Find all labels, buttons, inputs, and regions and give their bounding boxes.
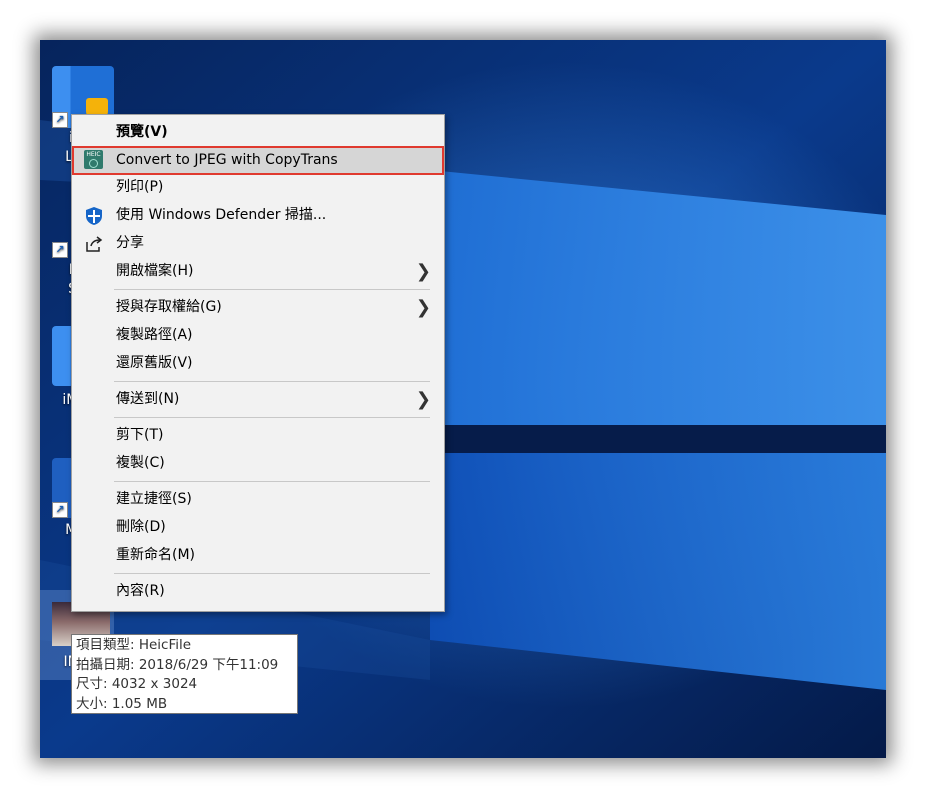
menu-item-label: 預覽(V): [116, 124, 168, 140]
menu-item-rename[interactable]: 重新命名(M): [73, 542, 443, 569]
menu-item-give-access[interactable]: 授與存取權給(G) ❯: [73, 294, 443, 321]
menu-item-label: 複製路徑(A): [116, 327, 193, 343]
file-info-tooltip: 項目類型: HeicFile 拍攝日期: 2018/6/29 下午11:09 尺…: [71, 634, 298, 714]
menu-item-label: 複製(C): [116, 455, 165, 471]
heic-icon-text: HEIC: [86, 151, 101, 158]
menu-item-label: Convert to JPEG with CopyTrans: [116, 152, 338, 168]
menu-item-print[interactable]: 列印(P): [73, 174, 443, 201]
menu-item-restore-previous-versions[interactable]: 還原舊版(V): [73, 350, 443, 377]
menu-item-label: 傳送到(N): [116, 391, 180, 407]
menu-item-properties[interactable]: 內容(R): [73, 578, 443, 605]
menu-item-label: 內容(R): [116, 583, 165, 599]
menu-separator: [114, 481, 430, 482]
menu-item-convert-to-jpeg[interactable]: HEIC Convert to JPEG with CopyTrans: [72, 146, 444, 175]
menu-item-share[interactable]: 分享: [73, 230, 443, 257]
menu-item-label: 使用 Windows Defender 掃描...: [116, 207, 327, 223]
chevron-right-icon: ❯: [415, 389, 431, 410]
menu-separator: [114, 289, 430, 290]
chevron-right-icon: ❯: [415, 261, 431, 282]
menu-item-label: 開啟檔案(H): [116, 263, 194, 279]
shortcut-arrow-icon: ↗: [52, 112, 68, 128]
menu-item-label: 剪下(T): [116, 427, 164, 443]
menu-item-copy-path[interactable]: 複製路徑(A): [73, 322, 443, 349]
menu-item-label: 列印(P): [116, 179, 164, 195]
menu-separator: [114, 417, 430, 418]
menu-separator: [114, 573, 430, 574]
share-icon: [84, 234, 104, 254]
context-menu: 預覽(V) HEIC Convert to JPEG with CopyTran…: [71, 114, 445, 612]
menu-item-label: 還原舊版(V): [116, 355, 193, 371]
chevron-right-icon: ❯: [415, 297, 431, 318]
tooltip-item-type: 項目類型: HeicFile: [76, 637, 192, 653]
menu-item-preview[interactable]: 預覽(V): [73, 119, 443, 146]
tooltip-date-taken: 拍攝日期: 2018/6/29 下午11:09: [76, 656, 279, 673]
menu-item-copy[interactable]: 複製(C): [73, 450, 443, 477]
menu-item-label: 授與存取權給(G): [116, 299, 222, 315]
heic-icon: HEIC: [84, 150, 103, 169]
tooltip-dimensions: 尺寸: 4032 x 3024: [76, 676, 198, 692]
menu-item-label: 分享: [116, 235, 144, 251]
menu-item-defender-scan[interactable]: 使用 Windows Defender 掃描...: [73, 202, 443, 229]
menu-item-label: 刪除(D): [116, 519, 166, 535]
menu-item-cut[interactable]: 剪下(T): [73, 422, 443, 449]
menu-item-delete[interactable]: 刪除(D): [73, 514, 443, 541]
menu-item-label: 重新命名(M): [116, 547, 196, 563]
menu-item-create-shortcut[interactable]: 建立捷徑(S): [73, 486, 443, 513]
menu-item-label: 建立捷徑(S): [116, 491, 192, 507]
shortcut-arrow-icon: ↗: [52, 242, 68, 258]
tooltip-size: 大小: 1.05 MB: [76, 695, 168, 712]
windows-defender-icon: [84, 206, 104, 226]
menu-item-send-to[interactable]: 傳送到(N) ❯: [73, 386, 443, 413]
menu-separator: [114, 381, 430, 382]
shortcut-arrow-icon: ↗: [52, 502, 68, 518]
menu-item-open-with[interactable]: 開啟檔案(H) ❯: [73, 258, 443, 285]
